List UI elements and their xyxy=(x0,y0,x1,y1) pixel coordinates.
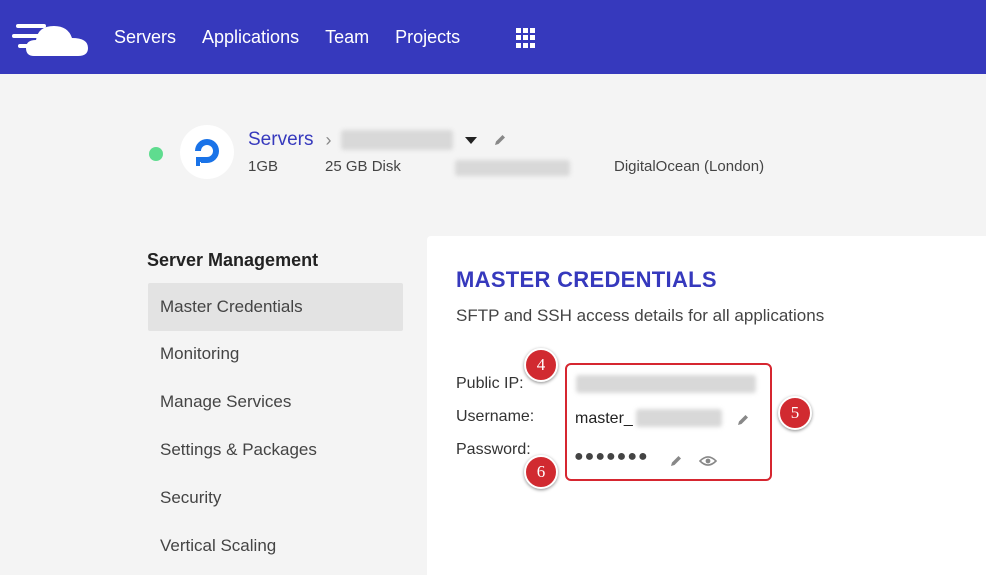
callout-badge-4: 4 xyxy=(524,348,558,382)
nav-links: Servers Applications Team Projects xyxy=(114,0,486,74)
username-value[interactable]: master_ xyxy=(575,410,633,428)
password-label: Password: xyxy=(456,441,531,458)
edit-username-icon[interactable] xyxy=(736,413,750,427)
breadcrumb-separator-icon: › xyxy=(325,129,332,150)
nav-applications[interactable]: Applications xyxy=(202,27,299,48)
nav-projects[interactable]: Projects xyxy=(395,27,460,48)
sidebar-item-master-credentials[interactable]: Master Credentials xyxy=(148,283,403,331)
card-subtitle: SFTP and SSH access details for all appl… xyxy=(456,306,825,325)
sidebar-title: Server Management xyxy=(147,250,319,270)
sidebar-item-label: Monitoring xyxy=(160,344,240,363)
cloudways-logo-icon[interactable] xyxy=(12,16,92,60)
public-ip-value-redacted[interactable] xyxy=(576,375,756,393)
sidebar-item-settings-packages[interactable]: Settings & Packages xyxy=(148,426,403,474)
public-ip-label: Public IP: xyxy=(456,375,524,392)
callout-badge-6: 6 xyxy=(524,455,558,489)
sidebar-item-label: Settings & Packages xyxy=(160,440,317,459)
nav-team[interactable]: Team xyxy=(325,27,369,48)
server-disk: 25 GB Disk xyxy=(325,158,401,175)
server-ip-redacted xyxy=(455,160,570,176)
callout-badge-5: 5 xyxy=(778,396,812,430)
server-name-redacted xyxy=(341,130,454,150)
username-label: Username: xyxy=(456,408,535,425)
server-dropdown-caret-icon[interactable] xyxy=(465,136,478,144)
server-provider: DigitalOcean (London) xyxy=(614,158,765,175)
sidebar-item-label: Master Credentials xyxy=(160,297,303,316)
sidebar-item-manage-services[interactable]: Manage Services xyxy=(148,378,403,426)
sidebar-item-security[interactable]: Security xyxy=(148,474,403,522)
show-password-eye-icon[interactable] xyxy=(699,455,717,467)
digitalocean-logo-icon xyxy=(180,125,234,179)
breadcrumb-servers-link[interactable]: Servers xyxy=(248,129,313,151)
sidebar-item-label: Manage Services xyxy=(160,392,292,411)
sidebar-item-label: Security xyxy=(160,488,222,507)
breadcrumb: Servers › xyxy=(248,127,507,153)
server-size: 1GB xyxy=(248,158,279,175)
edit-server-name-icon[interactable] xyxy=(493,133,507,147)
top-navigation-bar: Servers Applications Team Projects xyxy=(0,0,986,74)
card-title: MASTER CREDENTIALS xyxy=(456,267,717,292)
sidebar-item-monitoring[interactable]: Monitoring xyxy=(148,330,403,378)
nav-servers[interactable]: Servers xyxy=(114,27,176,48)
password-value[interactable]: ●●●●●●● xyxy=(574,448,649,466)
edit-password-icon[interactable] xyxy=(669,454,683,468)
sidebar-item-label: Vertical Scaling xyxy=(160,536,277,555)
server-status-indicator xyxy=(149,147,163,161)
apps-grid-icon[interactable] xyxy=(516,28,536,48)
username-suffix-redacted xyxy=(636,409,722,427)
sidebar-item-vertical-scaling[interactable]: Vertical Scaling xyxy=(148,522,403,570)
